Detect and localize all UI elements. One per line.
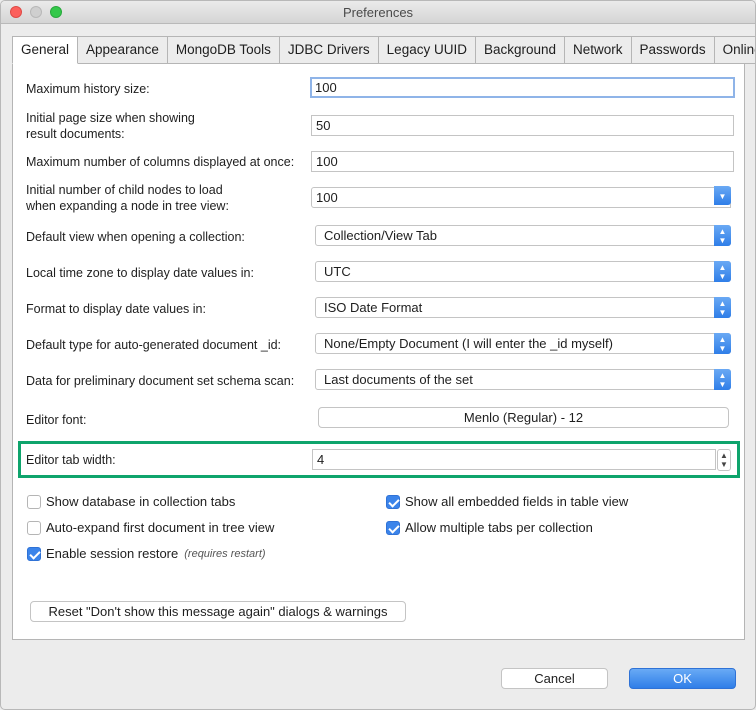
tab-background[interactable]: Background <box>475 36 566 64</box>
tab-jdbc-drivers[interactable]: JDBC Drivers <box>279 36 379 64</box>
id-type-label: Default type for auto-generated document… <box>26 338 282 352</box>
select-arrows-icon[interactable]: ▲ ▼ <box>714 333 731 354</box>
max-columns-input[interactable] <box>311 151 734 172</box>
window-title: Preferences <box>342 5 414 20</box>
id-type-value: None/Empty Document (I will enter the _i… <box>324 336 613 351</box>
child-nodes-label-line2: when expanding a node in tree view: <box>26 199 229 213</box>
checkbox-checked[interactable] <box>386 494 400 509</box>
checkbox-checked[interactable] <box>27 546 41 561</box>
checkbox-box[interactable] <box>27 520 41 535</box>
checkbox-box[interactable] <box>27 494 41 509</box>
date-format-label: Format to display date values in: <box>26 302 206 316</box>
time-zone-value: UTC <box>324 264 351 279</box>
title-bar[interactable]: Preferences <box>1 1 755 24</box>
preferences-window: Preferences General Appearance MongoDB T… <box>0 0 756 710</box>
date-format-value: ISO Date Format <box>324 300 423 315</box>
tab-legacy-uuid[interactable]: Legacy UUID <box>378 36 476 64</box>
editor-font-label: Editor font: <box>26 413 87 427</box>
default-view-value: Collection/View Tab <box>324 228 437 243</box>
session-restore-checkbox[interactable]: Enable session restore (requires restart… <box>27 546 266 561</box>
ok-button[interactable]: OK <box>629 668 736 689</box>
default-view-label: Default view when opening a collection: <box>26 230 245 244</box>
tab-width-label: Editor tab width: <box>26 453 116 467</box>
select-arrows-icon[interactable]: ▲ ▼ <box>714 369 731 390</box>
select-arrows-icon[interactable]: ▲ ▼ <box>714 261 731 282</box>
tab-bar: General Appearance MongoDB Tools JDBC Dr… <box>12 36 755 64</box>
embedded-fields-checkbox[interactable]: Show all embedded fields in table view <box>386 494 628 509</box>
tab-mongodb-tools[interactable]: MongoDB Tools <box>167 36 280 64</box>
schema-scan-label: Data for preliminary document set schema… <box>26 374 295 388</box>
chevron-down-icon[interactable]: ▼ <box>714 186 731 205</box>
page-size-input[interactable] <box>311 115 734 136</box>
reset-dialogs-button[interactable]: Reset "Don't show this message again" di… <box>30 601 406 622</box>
schema-scan-select[interactable]: Last documents of the set ▲ ▼ <box>315 369 731 390</box>
embedded-fields-label: Show all embedded fields in table view <box>405 494 629 509</box>
session-restore-note: (requires restart) <box>184 547 266 560</box>
tab-appearance[interactable]: Appearance <box>78 36 168 64</box>
select-arrows-icon[interactable]: ▲ ▼ <box>714 297 731 318</box>
child-nodes-label-line1: Initial number of child nodes to load <box>26 183 223 197</box>
tab-width-input[interactable] <box>312 449 716 470</box>
default-view-select[interactable]: Collection/View Tab ▲ ▼ <box>315 225 731 246</box>
child-nodes-label: Initial number of child nodes to load wh… <box>26 182 229 214</box>
history-size-input[interactable] <box>310 77 735 98</box>
tab-general[interactable]: General <box>12 36 79 64</box>
show-db-label: Show database in collection tabs <box>46 494 236 509</box>
tab-passwords[interactable]: Passwords <box>631 36 715 64</box>
tab-network[interactable]: Network <box>565 36 632 64</box>
page-size-label-line2: result documents: <box>26 127 125 141</box>
time-zone-label: Local time zone to display date values i… <box>26 266 254 280</box>
auto-expand-checkbox[interactable]: Auto-expand first document in tree view <box>27 520 274 535</box>
editor-font-button[interactable]: Menlo (Regular) - 12 <box>318 407 729 428</box>
show-db-checkbox[interactable]: Show database in collection tabs <box>27 494 235 509</box>
session-restore-label: Enable session restore <box>46 546 179 561</box>
multiple-tabs-label: Allow multiple tabs per collection <box>405 520 593 535</box>
schema-scan-value: Last documents of the set <box>324 372 473 387</box>
multiple-tabs-checkbox[interactable]: Allow multiple tabs per collection <box>386 520 593 535</box>
checkbox-checked[interactable] <box>386 520 400 535</box>
stepper-arrows-icon[interactable]: ▲ ▼ <box>717 449 731 471</box>
select-arrows-icon[interactable]: ▲ ▼ <box>714 225 731 246</box>
page-size-label: Initial page size when showing result do… <box>26 110 195 142</box>
date-format-select[interactable]: ISO Date Format ▲ ▼ <box>315 297 731 318</box>
auto-expand-label: Auto-expand first document in tree view <box>46 520 275 535</box>
general-panel: Maximum history size: Initial page size … <box>12 63 745 640</box>
history-size-label: Maximum history size: <box>26 82 150 96</box>
page-size-label-line1: Initial page size when showing <box>26 111 195 125</box>
child-nodes-combo[interactable]: 100 ▼ <box>311 186 731 208</box>
id-type-select[interactable]: None/Empty Document (I will enter the _i… <box>315 333 731 354</box>
cancel-button[interactable]: Cancel <box>501 668 608 689</box>
max-columns-label: Maximum number of columns displayed at o… <box>26 155 295 169</box>
time-zone-select[interactable]: UTC ▲ ▼ <box>315 261 731 282</box>
child-nodes-value: 100 <box>316 190 338 205</box>
tab-online[interactable]: Online <box>714 36 755 64</box>
